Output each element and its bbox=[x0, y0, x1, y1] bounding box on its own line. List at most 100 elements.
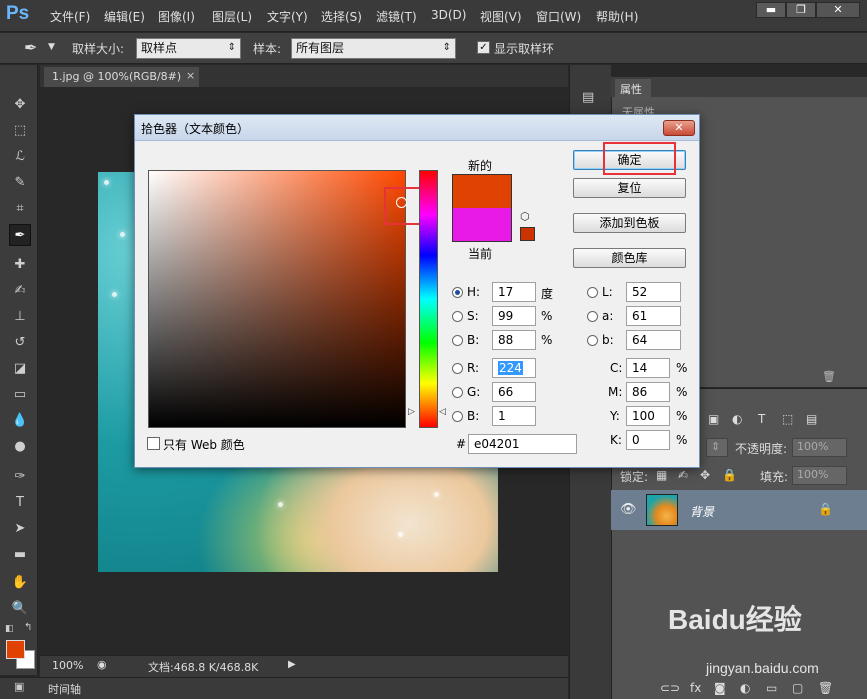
layer-visibility-eye-icon[interactable]: 👁 bbox=[620, 502, 637, 517]
lock-move-icon[interactable]: ✥ bbox=[700, 468, 710, 482]
g-input[interactable]: 66 bbox=[492, 382, 536, 402]
properties-tab[interactable]: 属性 bbox=[615, 79, 651, 97]
eraser-tool-icon[interactable]: ◪ bbox=[9, 358, 31, 380]
group-icon[interactable]: ▭ bbox=[766, 681, 777, 695]
b-rgb-input[interactable]: 1 bbox=[492, 406, 536, 426]
document-tab[interactable]: 1.jpg @ 100%(RGB/8#) bbox=[44, 67, 199, 87]
b-hsb-input[interactable]: 88 bbox=[492, 330, 536, 350]
hue-slider-left-arrow-icon[interactable]: ▷ bbox=[408, 407, 415, 417]
adjustment-layer-icon[interactable]: ◐ bbox=[740, 681, 750, 695]
radio-h[interactable] bbox=[452, 287, 463, 298]
lock-paint-icon[interactable]: ✍ bbox=[678, 468, 688, 482]
y-input[interactable]: 100 bbox=[626, 406, 670, 426]
menu-view[interactable]: 视图(V) bbox=[480, 8, 522, 25]
filter-type-icon[interactable]: T bbox=[758, 412, 765, 426]
menu-layer[interactable]: 图层(L) bbox=[212, 8, 252, 25]
shape-tool-icon[interactable]: ▬ bbox=[9, 544, 31, 566]
layer-mask-icon[interactable]: ◙ bbox=[714, 681, 726, 695]
timeline-label[interactable]: 时间轴 bbox=[48, 681, 81, 697]
restore-button[interactable]: ❐ bbox=[786, 2, 816, 18]
m-input[interactable]: 86 bbox=[626, 382, 670, 402]
swap-colors-icon[interactable]: ↰ bbox=[24, 622, 32, 633]
menu-edit[interactable]: 编辑(E) bbox=[104, 8, 145, 25]
filter-pixel-icon[interactable]: ▣ bbox=[708, 412, 719, 426]
crop-tool-icon[interactable]: ⌗ bbox=[9, 198, 31, 220]
l-input[interactable]: 52 bbox=[626, 282, 681, 302]
hand-tool-icon[interactable]: ✋ bbox=[9, 572, 31, 594]
pen-tool-icon[interactable]: ✑ bbox=[9, 466, 31, 488]
b-lab-input[interactable]: 64 bbox=[626, 330, 681, 350]
s-input[interactable]: 99 bbox=[492, 306, 536, 326]
fill-field[interactable]: 100% bbox=[792, 466, 847, 485]
radio-r[interactable] bbox=[452, 363, 463, 374]
sample-select[interactable]: 所有图层 ⇕ bbox=[291, 38, 456, 59]
filter-adjust-icon[interactable]: ◐ bbox=[732, 412, 742, 426]
healing-brush-tool-icon[interactable]: ✚ bbox=[9, 254, 31, 276]
status-info-icon[interactable]: ◉ bbox=[97, 658, 107, 671]
eyedropper-tool-icon[interactable]: ✒ bbox=[9, 224, 31, 246]
zoom-tool-icon[interactable]: 🔍 bbox=[9, 598, 31, 620]
type-tool-icon[interactable]: T bbox=[9, 492, 31, 514]
close-window-button[interactable]: ✕ bbox=[816, 2, 860, 18]
menu-type[interactable]: 文字(Y) bbox=[267, 8, 308, 25]
zoom-level[interactable]: 100% bbox=[52, 659, 83, 672]
r-input[interactable]: 224 bbox=[492, 358, 536, 378]
eyedropper-preset-icon[interactable]: ✒ bbox=[24, 38, 37, 57]
delete-layer-icon[interactable]: 🗑 bbox=[818, 681, 833, 695]
menu-filter[interactable]: 滤镜(T) bbox=[376, 8, 417, 25]
hue-slider-right-arrow-icon[interactable]: ◁ bbox=[439, 407, 446, 417]
layer-style-icon[interactable]: fx bbox=[690, 681, 701, 695]
dialog-close-button[interactable]: ✕ bbox=[663, 120, 695, 136]
lock-transparent-icon[interactable]: ▦ bbox=[656, 468, 667, 482]
menu-3d[interactable]: 3D(D) bbox=[431, 8, 466, 22]
radio-g[interactable] bbox=[452, 387, 463, 398]
marquee-tool-icon[interactable]: ⬚ bbox=[9, 120, 31, 142]
brush-tool-icon[interactable]: ✍ bbox=[9, 280, 31, 302]
hue-slider[interactable] bbox=[419, 170, 438, 428]
new-layer-icon[interactable]: ▢ bbox=[792, 681, 803, 695]
status-menu-arrow-icon[interactable]: ▶ bbox=[288, 659, 300, 673]
history-panel-icon[interactable]: ▤ bbox=[582, 90, 594, 105]
trash-icon[interactable]: 🗑 bbox=[822, 370, 836, 383]
hex-input[interactable]: e04201 bbox=[468, 434, 577, 454]
filter-smart-icon[interactable]: ▤ bbox=[806, 412, 817, 426]
foreground-color-swatch[interactable] bbox=[6, 640, 25, 659]
add-to-swatches-button[interactable]: 添加到色板 bbox=[573, 213, 686, 233]
a-input[interactable]: 61 bbox=[626, 306, 681, 326]
menu-select[interactable]: 选择(S) bbox=[321, 8, 362, 25]
menu-file[interactable]: 文件(F) bbox=[50, 8, 90, 25]
websafe-color-swatch[interactable] bbox=[520, 227, 535, 241]
default-colors-icon[interactable]: ◧ bbox=[5, 624, 14, 634]
move-tool-icon[interactable]: ✥ bbox=[9, 94, 31, 116]
out-of-gamut-cube-icon[interactable]: ⬡ bbox=[520, 210, 530, 223]
current-color-swatch[interactable] bbox=[452, 208, 512, 242]
radio-b-lab[interactable] bbox=[587, 335, 598, 346]
radio-b-hsb[interactable] bbox=[452, 335, 463, 346]
radio-s[interactable] bbox=[452, 311, 463, 322]
history-brush-tool-icon[interactable]: ↺ bbox=[9, 332, 31, 354]
menu-image[interactable]: 图像(I) bbox=[158, 8, 195, 25]
sample-size-select[interactable]: 取样点 ⇕ bbox=[136, 38, 241, 59]
gradient-tool-icon[interactable]: ▭ bbox=[9, 384, 31, 406]
color-libraries-button[interactable]: 颜色库 bbox=[573, 248, 686, 268]
c-input[interactable]: 14 bbox=[626, 358, 670, 378]
path-select-tool-icon[interactable]: ➤ bbox=[9, 518, 31, 540]
lock-all-icon[interactable]: 🔒 bbox=[722, 468, 737, 482]
k-input[interactable]: 0 bbox=[626, 430, 670, 450]
radio-l[interactable] bbox=[587, 287, 598, 298]
document-tab-close-icon[interactable]: × bbox=[186, 69, 195, 82]
minimize-button[interactable]: ▬ bbox=[756, 2, 786, 18]
quick-select-tool-icon[interactable]: ✎ bbox=[9, 172, 31, 194]
lasso-tool-icon[interactable]: ℒ bbox=[9, 146, 31, 168]
dodge-tool-icon[interactable]: ● bbox=[9, 436, 31, 458]
radio-b-rgb[interactable] bbox=[452, 411, 463, 422]
menu-help[interactable]: 帮助(H) bbox=[596, 8, 638, 25]
blend-mode-select[interactable]: ⇕ bbox=[706, 438, 728, 457]
radio-a[interactable] bbox=[587, 311, 598, 322]
stamp-tool-icon[interactable]: ⊥ bbox=[9, 306, 31, 328]
web-colors-only-checkbox[interactable] bbox=[147, 437, 160, 450]
link-layers-icon[interactable]: ⊂⊃ bbox=[660, 681, 680, 695]
saturation-brightness-field[interactable] bbox=[148, 170, 406, 428]
layer-name[interactable]: 背景 bbox=[690, 503, 714, 520]
opacity-field[interactable]: 100% bbox=[792, 438, 847, 457]
